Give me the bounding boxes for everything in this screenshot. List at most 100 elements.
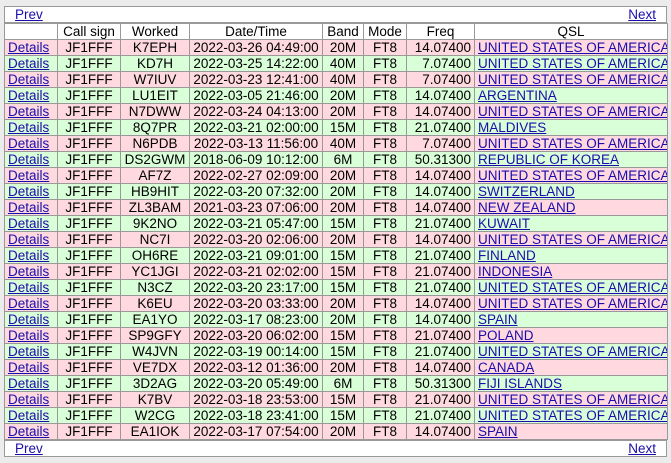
qsl-country-link[interactable]: UNITED STATES OF AMERICA (478, 233, 667, 247)
details-cell: Details (4, 103, 58, 120)
qsl-country-cell: UNITED STATES OF AMERICA (474, 71, 668, 88)
details-link[interactable]: Details (8, 217, 49, 231)
details-link[interactable]: Details (8, 425, 49, 439)
cell-mode: FT8 (363, 343, 407, 360)
qsl-country-link[interactable]: MALDIVES (478, 121, 546, 135)
cell-mode: FT8 (363, 103, 407, 120)
cell-worked: SP9GFY (120, 327, 190, 344)
cell-mode: FT8 (363, 263, 407, 280)
qsl-country-link[interactable]: UNITED STATES OF AMERICA (478, 393, 667, 407)
details-link[interactable]: Details (8, 73, 49, 87)
cell-band: 40M (322, 55, 364, 72)
details-link[interactable]: Details (8, 153, 49, 167)
qsl-country-cell: UNITED STATES OF AMERICA (474, 167, 668, 184)
qsl-country-link[interactable]: UNITED STATES OF AMERICA (478, 169, 667, 183)
cell-call-sign: JF1FFF (57, 423, 121, 440)
qsl-country-link[interactable]: CANADA (478, 361, 534, 375)
cell-worked: 3D2AG (120, 375, 190, 392)
cell-mode: FT8 (363, 71, 407, 88)
cell-band: 20M (322, 183, 364, 200)
details-link[interactable]: Details (8, 121, 49, 135)
prev-link[interactable]: Prev (15, 7, 43, 22)
details-cell: Details (4, 215, 58, 232)
details-link[interactable]: Details (8, 313, 49, 327)
details-link[interactable]: Details (8, 57, 49, 71)
details-link[interactable]: Details (8, 345, 49, 359)
cell-datetime: 2022-03-17 07:54:00 (189, 423, 323, 440)
details-link[interactable]: Details (8, 89, 49, 103)
qsl-country-link[interactable]: SPAIN (478, 313, 518, 327)
qsl-country-link[interactable]: SWITZERLAND (478, 185, 575, 199)
details-cell: Details (4, 119, 58, 136)
cell-freq: 14.07400 (406, 199, 475, 216)
qsl-country-link[interactable]: FIJI ISLANDS (478, 377, 562, 391)
qsl-country-link[interactable]: REPUBLIC OF KOREA (478, 153, 619, 167)
qsl-country-link[interactable]: NEW ZEALAND (478, 201, 576, 215)
cell-freq: 14.07400 (406, 167, 475, 184)
cell-band: 20M (322, 231, 364, 248)
qsl-country-link[interactable]: INDONESIA (478, 265, 552, 279)
details-link[interactable]: Details (8, 169, 49, 183)
cell-mode: FT8 (363, 311, 407, 328)
cell-band: 15M (322, 327, 364, 344)
prev-link-bottom[interactable]: Prev (15, 441, 43, 456)
qsl-country-link[interactable]: ARGENTINA (478, 89, 557, 103)
qsl-country-link[interactable]: UNITED STATES OF AMERICA (478, 73, 667, 87)
next-link[interactable]: Next (628, 7, 656, 22)
qsl-country-link[interactable]: KUWAIT (478, 217, 530, 231)
cell-call-sign: JF1FFF (57, 215, 121, 232)
details-link[interactable]: Details (8, 233, 49, 247)
qsl-country-link[interactable]: UNITED STATES OF AMERICA (478, 409, 667, 423)
details-link[interactable]: Details (8, 409, 49, 423)
details-link[interactable]: Details (8, 265, 49, 279)
cell-freq: 21.07400 (406, 407, 475, 424)
cell-worked: ZL3BAM (120, 199, 190, 216)
cell-mode: FT8 (363, 199, 407, 216)
table-row: Details JF1FFF W4JVN 2022-03-19 00:14:00 15M… (4, 343, 668, 360)
qsl-country-link[interactable]: UNITED STATES OF AMERICA (478, 57, 667, 71)
details-cell: Details (4, 359, 58, 376)
qsl-country-link[interactable]: POLAND (478, 329, 534, 343)
details-link[interactable]: Details (8, 377, 49, 391)
details-link[interactable]: Details (8, 329, 49, 343)
cell-freq: 14.07400 (406, 39, 475, 56)
details-link[interactable]: Details (8, 41, 49, 55)
details-link[interactable]: Details (8, 249, 49, 263)
qsl-country-link[interactable]: UNITED STATES OF AMERICA (478, 137, 667, 151)
details-link[interactable]: Details (8, 137, 49, 151)
details-link[interactable]: Details (8, 281, 49, 295)
details-link[interactable]: Details (8, 105, 49, 119)
qsl-country-cell: KUWAIT (474, 215, 668, 232)
details-cell: Details (4, 327, 58, 344)
cell-freq: 14.07400 (406, 359, 475, 376)
details-link[interactable]: Details (8, 185, 49, 199)
cell-datetime: 2022-03-21 09:01:00 (189, 247, 323, 264)
qsl-country-link[interactable]: UNITED STATES OF AMERICA (478, 41, 667, 55)
cell-freq: 21.07400 (406, 247, 475, 264)
cell-freq: 7.07400 (406, 55, 475, 72)
qsl-country-link[interactable]: SPAIN (478, 425, 518, 439)
table-row: Details JF1FFF N6PDB 2022-03-13 11:56:00 40M… (4, 135, 668, 152)
qsl-country-link[interactable]: FINLAND (478, 249, 536, 263)
table-row: Details JF1FFF K7BV 2022-03-18 23:53:00 15M F… (4, 391, 668, 408)
qsl-country-cell: CANADA (474, 359, 668, 376)
table-row: Details JF1FFF W2CG 2022-03-18 23:41:00 15M F… (4, 407, 668, 424)
details-cell: Details (4, 231, 58, 248)
cell-band: 20M (322, 167, 364, 184)
qsl-country-link[interactable]: UNITED STATES OF AMERICA (478, 105, 667, 119)
cell-worked: EA1IOK (120, 423, 190, 440)
cell-worked: AF7Z (120, 167, 190, 184)
next-link-bottom[interactable]: Next (628, 441, 656, 456)
cell-mode: FT8 (363, 247, 407, 264)
cell-mode: FT8 (363, 231, 407, 248)
cell-datetime: 2022-03-21 02:00:00 (189, 119, 323, 136)
details-link[interactable]: Details (8, 393, 49, 407)
qsl-country-link[interactable]: UNITED STATES OF AMERICA (478, 281, 667, 295)
qsl-country-link[interactable]: UNITED STATES OF AMERICA (478, 345, 667, 359)
details-link[interactable]: Details (8, 297, 49, 311)
details-link[interactable]: Details (8, 361, 49, 375)
cell-freq: 21.07400 (406, 343, 475, 360)
cell-worked: NC7I (120, 231, 190, 248)
qsl-country-link[interactable]: UNITED STATES OF AMERICA (478, 297, 667, 311)
details-link[interactable]: Details (8, 201, 49, 215)
